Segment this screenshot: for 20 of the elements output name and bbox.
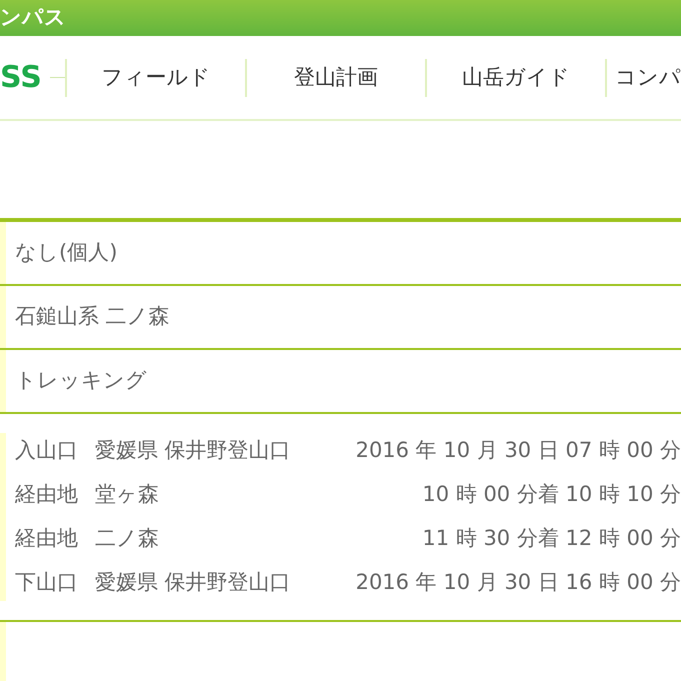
stop-time: 11 時 30 分着 12 時 00 分 xyxy=(421,525,681,552)
stop-time: 2016 年 10 月 30 日 07 時 00 分 xyxy=(354,437,681,464)
nav-link[interactable]: 登山計画 xyxy=(247,62,425,94)
page-title: ンパス xyxy=(0,4,66,32)
stop-place: 愛媛県 保井野登山口 xyxy=(95,569,292,596)
field-value: 石鎚山系 二ノ森 xyxy=(15,303,170,330)
nav-link[interactable]: コンパ xyxy=(607,62,681,94)
stop-time: 2016 年 10 月 30 日 16 時 00 分 xyxy=(354,569,681,596)
stop-type: 入山口 xyxy=(15,437,79,464)
nav-link[interactable]: 山岳ガイド xyxy=(427,62,605,94)
stop-time: 10 時 00 分着 10 時 10 分 xyxy=(421,481,681,508)
stop-place: 堂ヶ森 xyxy=(95,481,160,508)
stop-type: 経由地 xyxy=(15,481,79,508)
field-value: なし(個人) xyxy=(15,239,118,266)
stop-place: 二ノ森 xyxy=(95,525,160,552)
field-value: トレッキング xyxy=(15,367,147,394)
stop-type: 経由地 xyxy=(15,525,79,552)
nav-link[interactable]: フィールド xyxy=(67,62,245,94)
stop-place: 愛媛県 保井野登山口 xyxy=(95,437,292,464)
stop-type: 下山口 xyxy=(15,569,79,596)
